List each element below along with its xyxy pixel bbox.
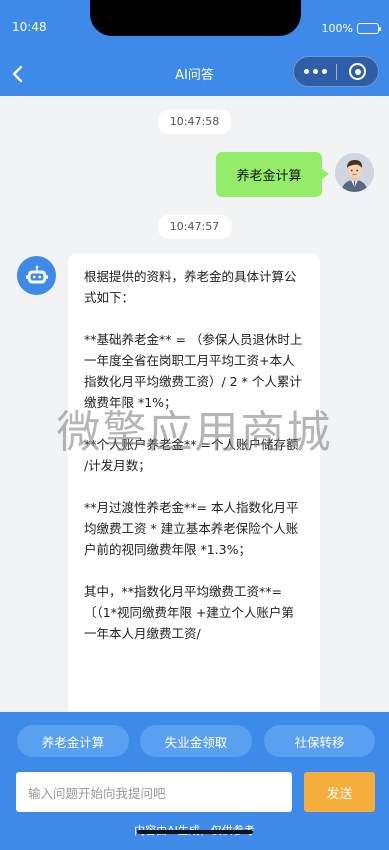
watermark: 微擎应用商城 xyxy=(56,407,333,458)
chat-area[interactable]: 10:47:58 养老金计算 10:47:57 根据提供的资料，养老金的具体计算… xyxy=(0,96,389,712)
user-avatar-icon xyxy=(335,153,374,192)
user-message-bubble: 养老金计算 xyxy=(216,152,329,197)
miniprogram-capsule xyxy=(293,56,379,87)
quick-action-transfer[interactable]: 社保转移 xyxy=(264,725,375,757)
robot-icon xyxy=(25,265,48,283)
battery-icon xyxy=(357,23,381,34)
user-message-text: 养老金计算 xyxy=(236,169,302,184)
quick-action-pension[interactable]: 养老金计算 xyxy=(17,725,129,757)
question-input[interactable]: 输入问题开始向我提问吧 xyxy=(16,772,292,812)
bottom-panel: 养老金计算 失业金领取 社保转移 输入问题开始向我提问吧 发送 内容由AI生成，… xyxy=(0,712,389,850)
bot-avatar xyxy=(17,256,56,295)
bot-message-bubble: 根据提供的资料，养老金的具体计算公式如下： **基础养老金** = （参保人员退… xyxy=(68,254,320,712)
quick-action-unemployment[interactable]: 失业金领取 xyxy=(140,725,252,757)
device-notch xyxy=(90,0,301,36)
timestamp: 10:47:58 xyxy=(157,110,232,134)
target-circle-icon xyxy=(349,63,366,80)
more-dots-icon[interactable] xyxy=(294,57,336,86)
home-indicator xyxy=(137,830,253,834)
status-time: 10:48 xyxy=(12,20,47,34)
battery-percent: 100% xyxy=(321,22,353,35)
close-capsule-button[interactable] xyxy=(337,57,378,86)
top-bar: 10:48 100% AI问答 xyxy=(0,0,389,96)
user-avatar xyxy=(335,153,374,192)
send-button[interactable]: 发送 xyxy=(304,772,375,812)
status-right: 100% xyxy=(321,22,381,35)
timestamp: 10:47:57 xyxy=(157,215,232,239)
